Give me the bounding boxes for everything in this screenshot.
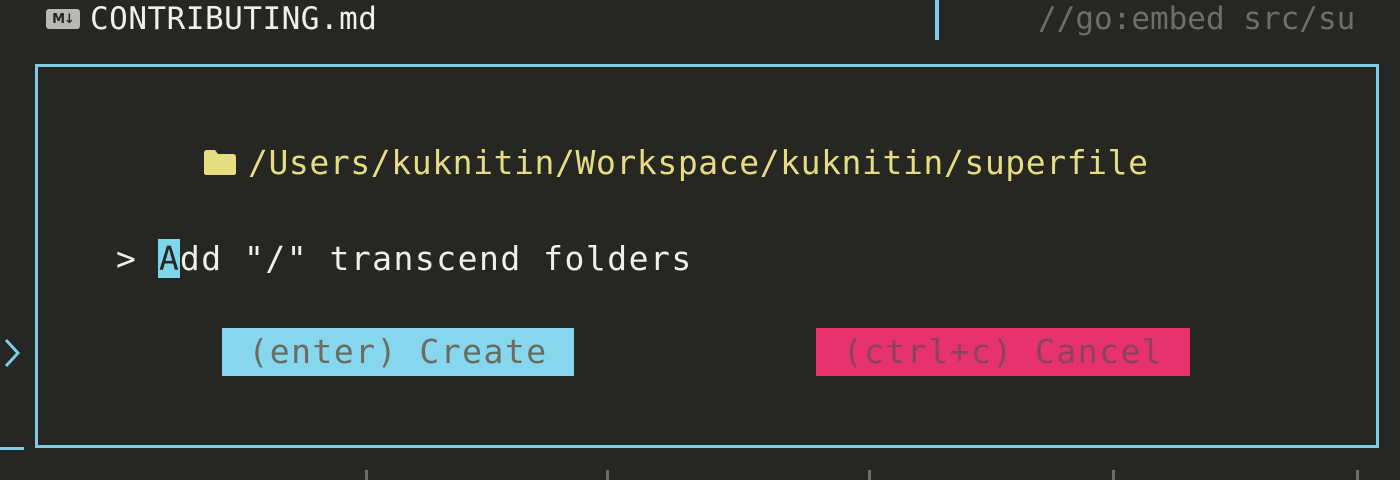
- file-name: CONTRIBUTING.md: [90, 1, 378, 37]
- panel-divider: [935, 0, 939, 40]
- current-directory: /Users/kuknitin/Workspace/kuknitin/super…: [202, 139, 1149, 185]
- item-name-input[interactable]: > A dd "/" transcend folders: [116, 235, 693, 281]
- directory-path: /Users/kuknitin/Workspace/kuknitin/super…: [248, 142, 1149, 182]
- create-item-modal: /Users/kuknitin/Workspace/kuknitin/super…: [35, 64, 1379, 448]
- folder-icon: [204, 150, 236, 175]
- create-button[interactable]: (enter) Create: [222, 328, 574, 376]
- markdown-icon: M↓: [46, 9, 80, 29]
- input-placeholder: dd "/" transcend folders: [179, 238, 693, 278]
- panel-border: [0, 447, 24, 450]
- cancel-button[interactable]: (ctrl+c) Cancel: [816, 328, 1190, 376]
- file-list-item[interactable]: M↓ CONTRIBUTING.md: [46, 0, 377, 38]
- input-prompt: >: [116, 238, 136, 278]
- chevron-right-icon: [4, 338, 21, 368]
- text-cursor: A: [157, 238, 180, 278]
- file-preview-text: //go:embed src/su: [1038, 1, 1356, 37]
